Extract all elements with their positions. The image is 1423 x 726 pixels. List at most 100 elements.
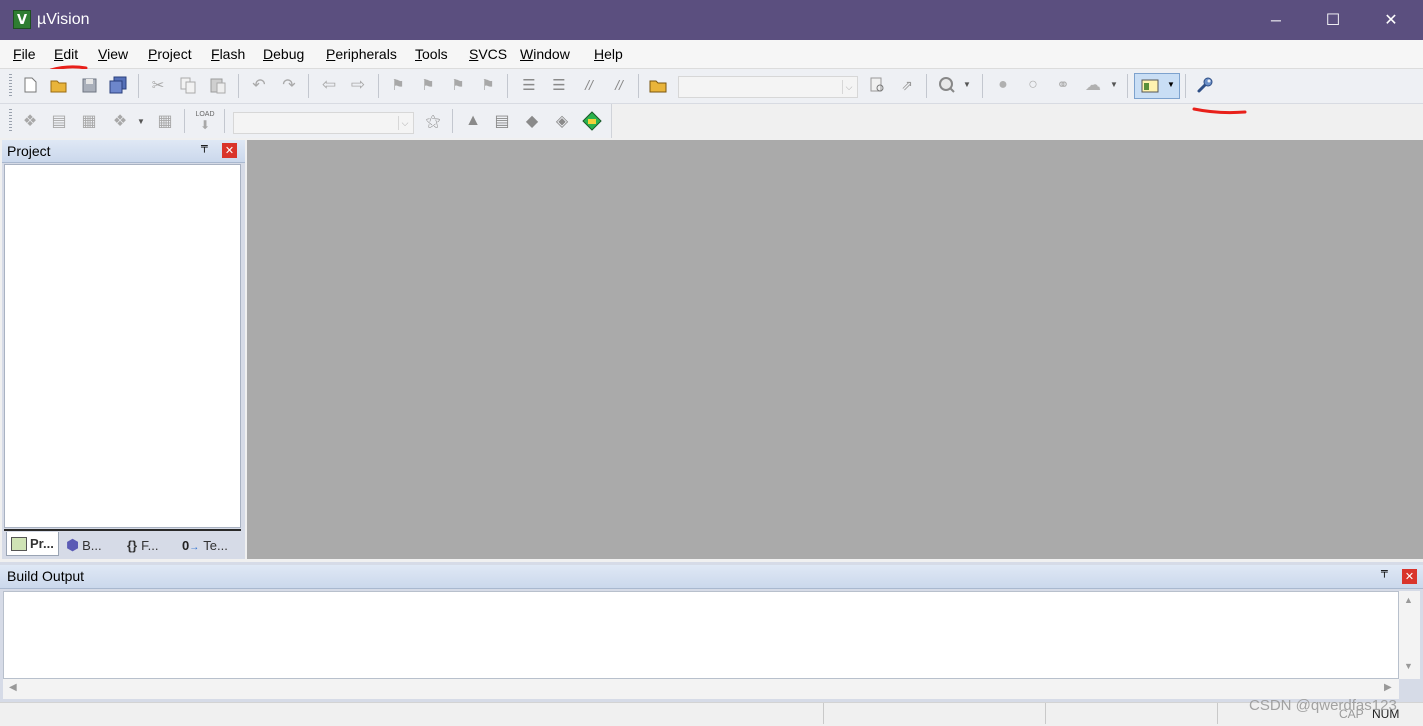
toolbar-separator [238, 74, 239, 98]
clear-bookmarks-button[interactable]: ⚑ [477, 74, 499, 96]
menu-file[interactable]: File [13, 45, 36, 63]
close-panel-icon[interactable]: ✕ [1402, 569, 1417, 584]
tab-books-label: B... [82, 537, 102, 553]
build-output-panel: Build Output ╤ ✕ ▲ ▼ ◀ ▶ [0, 562, 1423, 702]
pin-icon[interactable]: ╤ [201, 140, 208, 153]
save-all-button[interactable] [107, 74, 129, 96]
debug-dropdown-arrow-icon[interactable]: ▼ [963, 80, 971, 89]
redo-button[interactable]: ↷ [278, 74, 300, 96]
scroll-right-icon[interactable]: ▶ [1384, 682, 1392, 693]
tab-books[interactable]: ⬢ B... [66, 533, 102, 557]
tab-functions-label: F... [141, 537, 159, 553]
select-software-packs-button[interactable]: ◆ [521, 110, 543, 132]
horizontal-scrollbar[interactable]: ◀ ▶ [3, 679, 1399, 699]
toolbar-grip[interactable] [9, 109, 12, 133]
close-window-button[interactable]: ✕ [1362, 0, 1420, 40]
tab-functions[interactable]: {} F... [127, 533, 158, 557]
debug-session-button[interactable] [936, 74, 958, 96]
copy-icon [180, 77, 196, 94]
next-bookmark-button[interactable]: ⚑ [447, 74, 469, 96]
stop-build-button[interactable]: ▦ [154, 110, 176, 132]
download-button[interactable]: LOAD ⬇ [194, 110, 216, 132]
menu-window[interactable]: Window [520, 45, 570, 63]
chevron-down-icon: ⌵ [398, 116, 411, 130]
comment-button[interactable]: // [578, 74, 600, 96]
target-options-button[interactable]: ⚝ [422, 110, 444, 132]
rebuild-button[interactable]: ▦ [78, 110, 100, 132]
minimize-button[interactable]: ─ [1247, 0, 1305, 40]
window-layout-icon [1141, 79, 1159, 93]
menu-help[interactable]: Help [594, 45, 623, 63]
menu-svcs[interactable]: SVCS [469, 45, 507, 63]
toolbar-grip[interactable] [9, 74, 12, 98]
menu-project[interactable]: Project [148, 45, 192, 63]
load-download-icon: LOAD ⬇ [195, 111, 215, 132]
incremental-find-button[interactable]: ⇗ [896, 74, 918, 96]
navigate-forward-button[interactable]: ⇨ [347, 74, 369, 96]
enable-breakpoint-button[interactable]: ○ [1022, 74, 1044, 96]
build-button[interactable]: ▤ [48, 110, 70, 132]
pack-installer-icon: ◈ [555, 113, 569, 130]
uncomment-button[interactable]: // [608, 74, 630, 96]
open-file-button[interactable] [48, 74, 70, 96]
batch-build-button[interactable]: ❖ [109, 110, 131, 132]
indent-button[interactable]: ☰ [518, 74, 540, 96]
insert-breakpoint-button[interactable]: ● [992, 74, 1014, 96]
minimize-icon: ─ [1271, 12, 1281, 28]
new-file-button[interactable] [19, 74, 41, 96]
editor-area[interactable] [247, 140, 1423, 559]
maximize-icon: ☐ [1325, 12, 1341, 29]
chevron-down-icon: ▼ [1167, 80, 1175, 89]
manage-project-items-button[interactable]: ▤ [491, 110, 513, 132]
menu-view[interactable]: View [98, 45, 128, 63]
pin-icon[interactable]: ╤ [1381, 565, 1388, 578]
status-segment [823, 703, 1046, 724]
build-output-text[interactable] [3, 591, 1399, 679]
find-button[interactable] [866, 74, 888, 96]
tab-project[interactable]: Pr... [6, 532, 59, 556]
window-layout-button[interactable]: ▼ [1134, 73, 1180, 99]
manage-runtime-environment-button[interactable] [581, 110, 603, 132]
menu-edit[interactable]: Edit [54, 45, 78, 63]
copy-button[interactable] [177, 74, 199, 96]
find-combo[interactable]: ⌵ [678, 76, 858, 98]
configure-button[interactable] [1194, 74, 1216, 96]
window-title: µVision [37, 11, 90, 28]
batch-build-dropdown-arrow-icon[interactable]: ▼ [137, 117, 145, 126]
disable-all-breakpoints-button[interactable]: ⚭ [1052, 74, 1074, 96]
find-in-files-icon [649, 80, 667, 93]
scroll-down-icon[interactable]: ▼ [1404, 661, 1413, 671]
kill-all-breakpoints-button[interactable]: ☁ [1082, 74, 1104, 96]
cut-button[interactable]: ✂ [147, 74, 169, 96]
toolbar-separator [507, 74, 508, 98]
translate-icon: ❖ [22, 113, 38, 130]
runtime-environment-icon [582, 111, 602, 131]
scroll-up-icon[interactable]: ▲ [1404, 595, 1413, 605]
menu-tools[interactable]: Tools [415, 45, 448, 63]
scroll-left-icon[interactable]: ◀ [9, 682, 17, 693]
vertical-scrollbar[interactable]: ▲ ▼ [1399, 591, 1420, 679]
target-select[interactable]: ⌵ [233, 112, 414, 134]
undo-button[interactable]: ↶ [248, 74, 270, 96]
insert-bookmark-button[interactable]: ⚑ [387, 74, 409, 96]
find-in-files-button[interactable] [647, 74, 669, 96]
file-extensions-button[interactable]: ▲ [462, 110, 484, 132]
menu-peripherals[interactable]: Peripherals [326, 45, 397, 63]
tab-templates[interactable]: 0→ Te... [182, 533, 228, 557]
previous-bookmark-button[interactable]: ⚑ [417, 74, 439, 96]
menu-flash[interactable]: Flash [211, 45, 245, 63]
save-button[interactable] [78, 74, 100, 96]
maximize-button[interactable]: ☐ [1304, 0, 1362, 40]
menu-debug[interactable]: Debug [263, 45, 304, 63]
unindent-button[interactable]: ☰ [548, 74, 570, 96]
navigate-back-button[interactable]: ⇦ [318, 74, 340, 96]
paste-button[interactable] [207, 74, 229, 96]
pack-installer-button[interactable]: ◈ [551, 110, 573, 132]
close-panel-icon[interactable]: ✕ [222, 143, 237, 158]
title-bar[interactable]: V µVision ─ ☐ ✕ [0, 0, 1423, 40]
breakpoint-dropdown-arrow-icon[interactable]: ▼ [1110, 80, 1118, 89]
tab-templates-label: Te... [203, 537, 228, 553]
build-icon: ▤ [51, 113, 67, 130]
translate-button[interactable]: ❖ [19, 110, 41, 132]
project-tree[interactable] [4, 164, 241, 528]
